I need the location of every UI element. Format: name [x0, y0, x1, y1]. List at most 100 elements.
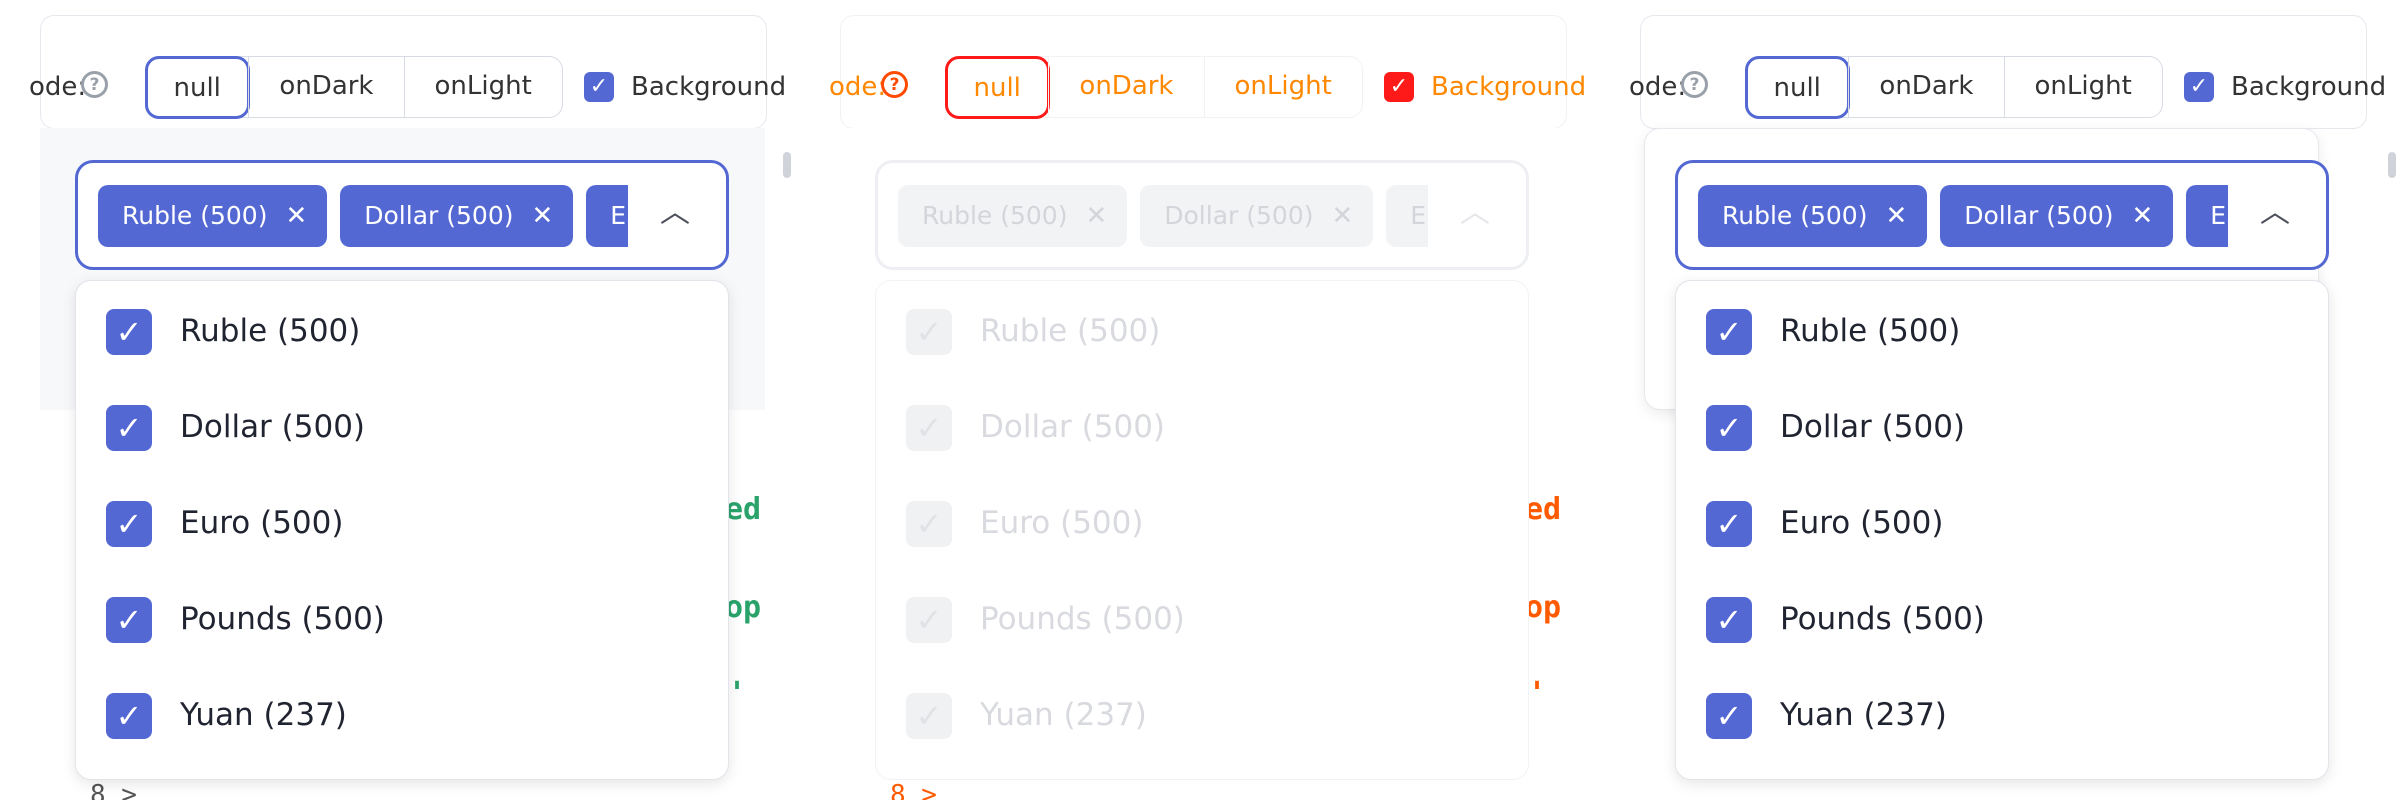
- option-label: Dollar (500): [980, 409, 1166, 445]
- remove-chip-icon[interactable]: ✕: [531, 201, 553, 231]
- chip-euro: Euro: [2186, 185, 2228, 247]
- option-euro[interactable]: ✓ Euro (500): [1706, 493, 2306, 553]
- chip-euro: Euro: [1386, 185, 1428, 247]
- chip-ruble: Ruble (500) ✕: [898, 185, 1128, 247]
- chip-label: Dollar (500): [364, 201, 514, 230]
- chip-dollar: Dollar (500) ✕: [340, 185, 574, 247]
- chip-label: Dollar (500): [1164, 201, 1314, 230]
- checkbox-checked-icon[interactable]: ✓: [906, 597, 952, 643]
- option-label: Pounds (500): [180, 601, 385, 637]
- multiselect-field[interactable]: Ruble (500) ✕ Dollar (500) ✕ Euro ︿: [75, 160, 729, 270]
- options-dropdown: ✓ Ruble (500) ✓ Dollar (500) ✓ Euro (500) ✓…: [875, 280, 1529, 780]
- help-icon[interactable]: ?: [81, 71, 108, 98]
- option-euro[interactable]: ✓ Euro (500): [906, 493, 1506, 553]
- help-icon[interactable]: ?: [881, 71, 908, 98]
- mode-ondark-button[interactable]: onDark: [1048, 57, 1203, 117]
- option-ruble[interactable]: ✓ Ruble (500): [106, 301, 706, 361]
- option-yuan[interactable]: ✓ Yuan (237): [906, 685, 1506, 745]
- chip-label: Ruble (500): [1722, 201, 1868, 230]
- chevron-up-icon[interactable]: ︿: [2260, 195, 2290, 231]
- option-label: Euro (500): [1780, 505, 1944, 541]
- options-dropdown: ✓ Ruble (500) ✓ Dollar (500) ✓ Euro (500) ✓…: [75, 280, 729, 780]
- checkbox-checked-icon[interactable]: ✓: [1706, 597, 1752, 643]
- checkbox-checked-icon[interactable]: ✓: [1706, 405, 1752, 451]
- mode-onlight-button[interactable]: onLight: [2003, 57, 2162, 117]
- chevron-up-icon[interactable]: ︿: [660, 195, 690, 231]
- selected-chips: Ruble (500) ✕ Dollar (500) ✕ Euro: [98, 185, 628, 247]
- checkbox-checked-icon[interactable]: ✓: [106, 693, 152, 739]
- option-label: Ruble (500): [980, 313, 1161, 349]
- code-fragment: op: [1525, 590, 1562, 625]
- remove-chip-icon[interactable]: ✕: [2131, 201, 2153, 231]
- option-yuan[interactable]: ✓ Yuan (237): [106, 685, 706, 745]
- checkbox-checked-icon[interactable]: ✓: [106, 501, 152, 547]
- multiselect-field[interactable]: Ruble (500) ✕ Dollar (500) ✕ Euro ︿: [875, 160, 1529, 270]
- mode-label: ode:: [1629, 72, 1687, 102]
- mode-null-button[interactable]: null: [1744, 55, 1850, 119]
- code-fragment: 8 >: [90, 780, 137, 800]
- option-label: Ruble (500): [1780, 313, 1961, 349]
- mode-segmented-control: null onDark onLight: [144, 55, 563, 119]
- checkbox-checked-icon[interactable]: ✓: [1706, 309, 1752, 355]
- option-label: Pounds (500): [980, 601, 1185, 637]
- help-icon[interactable]: ?: [1681, 71, 1708, 98]
- chevron-up-icon[interactable]: ︿: [1460, 195, 1490, 231]
- background-checkbox[interactable]: ✓: [584, 72, 614, 102]
- checkbox-checked-icon[interactable]: ✓: [106, 309, 152, 355]
- mode-label: ode:: [29, 72, 87, 102]
- chip-label: Ruble (500): [922, 201, 1068, 230]
- option-yuan[interactable]: ✓ Yuan (237): [1706, 685, 2306, 745]
- remove-chip-icon[interactable]: ✕: [285, 201, 307, 231]
- option-dollar[interactable]: ✓ Dollar (500): [1706, 397, 2306, 457]
- chip-euro: Euro: [586, 185, 628, 247]
- chip-label: Euro: [2210, 201, 2228, 230]
- checkbox-checked-icon[interactable]: ✓: [906, 693, 952, 739]
- checkbox-checked-icon[interactable]: ✓: [1706, 501, 1752, 547]
- code-fragment: ': [1528, 676, 1547, 711]
- panel-diff: ode: ? null onDark onLight ✓ Background …: [800, 0, 1600, 800]
- option-label: Dollar (500): [180, 409, 366, 445]
- mode-null-button[interactable]: null: [944, 55, 1050, 119]
- option-ruble[interactable]: ✓ Ruble (500): [1706, 301, 2306, 361]
- option-pounds[interactable]: ✓ Pounds (500): [1706, 589, 2306, 649]
- chip-ruble: Ruble (500) ✕: [98, 185, 328, 247]
- option-pounds[interactable]: ✓ Pounds (500): [106, 589, 706, 649]
- chip-label: Euro: [610, 201, 628, 230]
- remove-chip-icon[interactable]: ✕: [1085, 201, 1107, 231]
- option-dollar[interactable]: ✓ Dollar (500): [906, 397, 1506, 457]
- checkbox-checked-icon[interactable]: ✓: [906, 501, 952, 547]
- mode-segmented-control: null onDark onLight: [944, 55, 1363, 119]
- background-checkbox[interactable]: ✓: [1384, 72, 1414, 102]
- chip-label: Euro: [1410, 201, 1428, 230]
- option-label: Dollar (500): [1780, 409, 1966, 445]
- option-pounds[interactable]: ✓ Pounds (500): [906, 589, 1506, 649]
- scrollbar-thumb[interactable]: [783, 152, 791, 178]
- panel-current: ode: ? null onDark onLight ✓ Background …: [1600, 0, 2400, 800]
- chip-dollar: Dollar (500) ✕: [1940, 185, 2174, 247]
- code-fragment: op: [725, 590, 762, 625]
- mode-ondark-button[interactable]: onDark: [1848, 57, 2003, 117]
- mode-null-button[interactable]: null: [144, 55, 250, 119]
- mode-onlight-button[interactable]: onLight: [403, 57, 562, 117]
- checkbox-checked-icon[interactable]: ✓: [106, 405, 152, 451]
- background-checkbox[interactable]: ✓: [2184, 72, 2214, 102]
- panel-baseline: ode: ? null onDark onLight ✓ Background …: [0, 0, 800, 800]
- scrollbar-thumb[interactable]: [2388, 152, 2396, 178]
- mode-onlight-button[interactable]: onLight: [1203, 57, 1362, 117]
- background-label: Background: [2231, 72, 2387, 102]
- option-euro[interactable]: ✓ Euro (500): [106, 493, 706, 553]
- checkbox-checked-icon[interactable]: ✓: [906, 405, 952, 451]
- options-dropdown: ✓ Ruble (500) ✓ Dollar (500) ✓ Euro (500) ✓…: [1675, 280, 2329, 780]
- remove-chip-icon[interactable]: ✕: [1331, 201, 1353, 231]
- multiselect-field[interactable]: Ruble (500) ✕ Dollar (500) ✕ Euro ︿: [1675, 160, 2329, 270]
- option-ruble[interactable]: ✓ Ruble (500): [906, 301, 1506, 361]
- mode-ondark-button[interactable]: onDark: [248, 57, 403, 117]
- option-label: Euro (500): [980, 505, 1144, 541]
- option-dollar[interactable]: ✓ Dollar (500): [106, 397, 706, 457]
- checkbox-checked-icon[interactable]: ✓: [906, 309, 952, 355]
- checkbox-checked-icon[interactable]: ✓: [106, 597, 152, 643]
- remove-chip-icon[interactable]: ✕: [1885, 201, 1907, 231]
- option-label: Ruble (500): [180, 313, 361, 349]
- checkbox-checked-icon[interactable]: ✓: [1706, 693, 1752, 739]
- code-fragment: ed: [725, 492, 762, 527]
